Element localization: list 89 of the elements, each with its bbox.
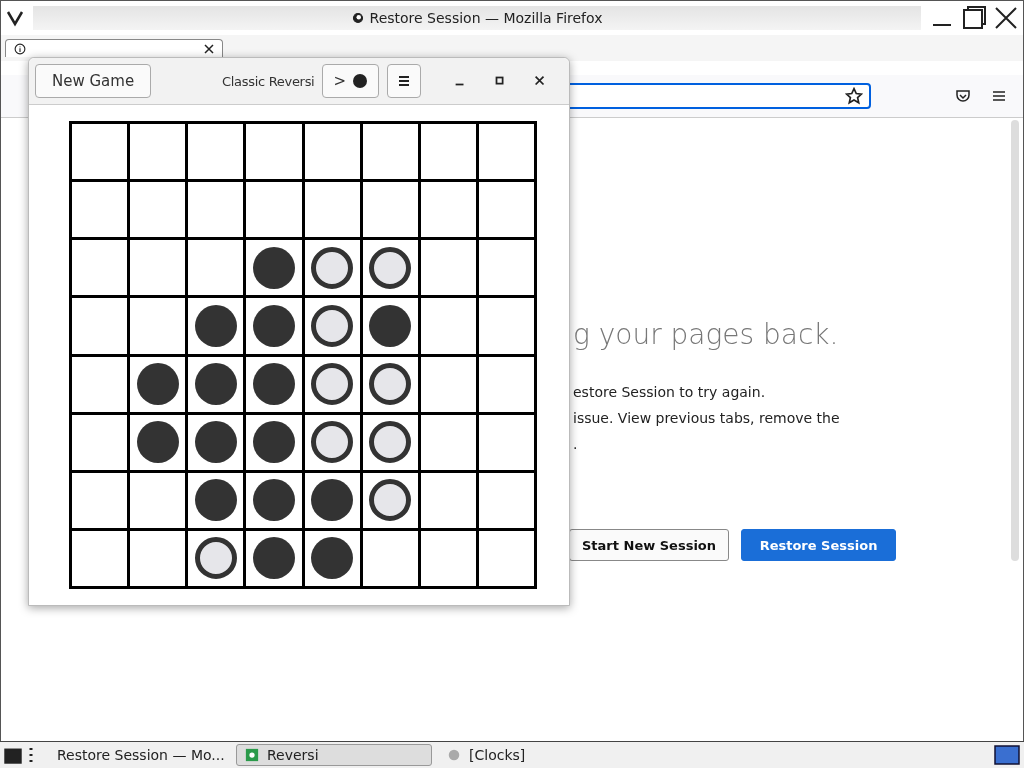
menu-button[interactable]: [387, 64, 421, 98]
board-square[interactable]: [188, 356, 244, 412]
board-square[interactable]: [420, 356, 476, 412]
board-square[interactable]: [478, 182, 534, 238]
board-square[interactable]: [362, 356, 418, 412]
board-square[interactable]: [362, 124, 418, 180]
board-square[interactable]: [188, 182, 244, 238]
board-square[interactable]: [246, 240, 302, 296]
board-square[interactable]: [362, 298, 418, 354]
board-square[interactable]: [362, 414, 418, 470]
board-square[interactable]: [304, 240, 360, 296]
board-square[interactable]: [478, 414, 534, 470]
dot-icon[interactable]: [447, 748, 461, 762]
board-square[interactable]: [72, 356, 128, 412]
board-square[interactable]: [246, 414, 302, 470]
board-square[interactable]: [72, 472, 128, 528]
new-session-button[interactable]: Start New Session: [569, 529, 730, 561]
folder-icon[interactable]: [4, 746, 22, 764]
board-square[interactable]: [478, 240, 534, 296]
board-square[interactable]: [420, 240, 476, 296]
board-square[interactable]: [72, 240, 128, 296]
taskbar-item[interactable]: [Clocks]: [438, 744, 578, 766]
tray-icon[interactable]: [994, 745, 1020, 765]
board-square[interactable]: [304, 298, 360, 354]
board-square[interactable]: [130, 182, 186, 238]
swirl-icon[interactable]: [351, 12, 364, 24]
page-text: .: [573, 437, 579, 451]
board-square[interactable]: [188, 240, 244, 296]
board-square[interactable]: [478, 472, 534, 528]
pocket-icon[interactable]: [955, 88, 971, 104]
board-square[interactable]: [420, 414, 476, 470]
board-square[interactable]: [304, 414, 360, 470]
menu-icon: [398, 75, 410, 87]
board-square[interactable]: [188, 124, 244, 180]
board-square[interactable]: [478, 124, 534, 180]
page-text: issue. View previous tabs, remove the: [573, 411, 841, 425]
board-square[interactable]: [188, 414, 244, 470]
turn-button[interactable]: >: [322, 64, 379, 98]
board-square[interactable]: [130, 124, 186, 180]
page-heading: g your pages back.: [573, 318, 840, 351]
board-square[interactable]: [304, 124, 360, 180]
board-square[interactable]: [362, 530, 418, 586]
close-icon[interactable]: [204, 43, 214, 54]
dots-icon[interactable]: [28, 746, 34, 764]
board-square[interactable]: [246, 530, 302, 586]
restore-button[interactable]: Restore Session: [741, 529, 897, 561]
board-square[interactable]: [130, 414, 186, 470]
board-square[interactable]: [420, 530, 476, 586]
board-square[interactable]: [304, 530, 360, 586]
board-square[interactable]: [72, 414, 128, 470]
board-square[interactable]: [72, 530, 128, 586]
board-square[interactable]: [420, 124, 476, 180]
board-icon[interactable]: [245, 748, 259, 762]
menu-icon[interactable]: [991, 88, 1007, 104]
board-square[interactable]: [130, 530, 186, 586]
board-square[interactable]: [304, 356, 360, 412]
board-square[interactable]: [420, 472, 476, 528]
page-text: estore Session to try again.: [573, 385, 767, 399]
board-square[interactable]: [188, 472, 244, 528]
close-icon[interactable]: [533, 74, 547, 88]
board-square[interactable]: [246, 472, 302, 528]
board-square[interactable]: [188, 298, 244, 354]
board-square[interactable]: [130, 356, 186, 412]
game-title: Classic Reversi: [221, 73, 315, 89]
board-square[interactable]: [304, 472, 360, 528]
board-square[interactable]: [72, 182, 128, 238]
board-square[interactable]: [362, 472, 418, 528]
scrollbar[interactable]: [1011, 120, 1019, 561]
board-square[interactable]: [188, 530, 244, 586]
board-square[interactable]: [130, 240, 186, 296]
close-icon[interactable]: [993, 5, 1019, 31]
board-square[interactable]: [478, 530, 534, 586]
board-square[interactable]: [362, 240, 418, 296]
window-title: Restore Session — Mozilla Firefox: [369, 10, 603, 26]
taskbar-item[interactable]: Restore Session — Mo...: [40, 744, 230, 766]
star-icon[interactable]: [845, 87, 863, 105]
board-square[interactable]: [72, 124, 128, 180]
board-square[interactable]: [304, 182, 360, 238]
info-icon[interactable]: [14, 42, 26, 55]
taskbar-item[interactable]: Reversi: [236, 744, 432, 766]
maximize-icon[interactable]: [961, 5, 987, 31]
board-square[interactable]: [420, 182, 476, 238]
maximize-icon[interactable]: [493, 74, 507, 88]
board-square[interactable]: [362, 182, 418, 238]
board-square[interactable]: [130, 472, 186, 528]
board-square[interactable]: [246, 356, 302, 412]
new-game-button[interactable]: New Game: [35, 64, 152, 98]
board-square[interactable]: [478, 356, 534, 412]
board-square[interactable]: [246, 298, 302, 354]
